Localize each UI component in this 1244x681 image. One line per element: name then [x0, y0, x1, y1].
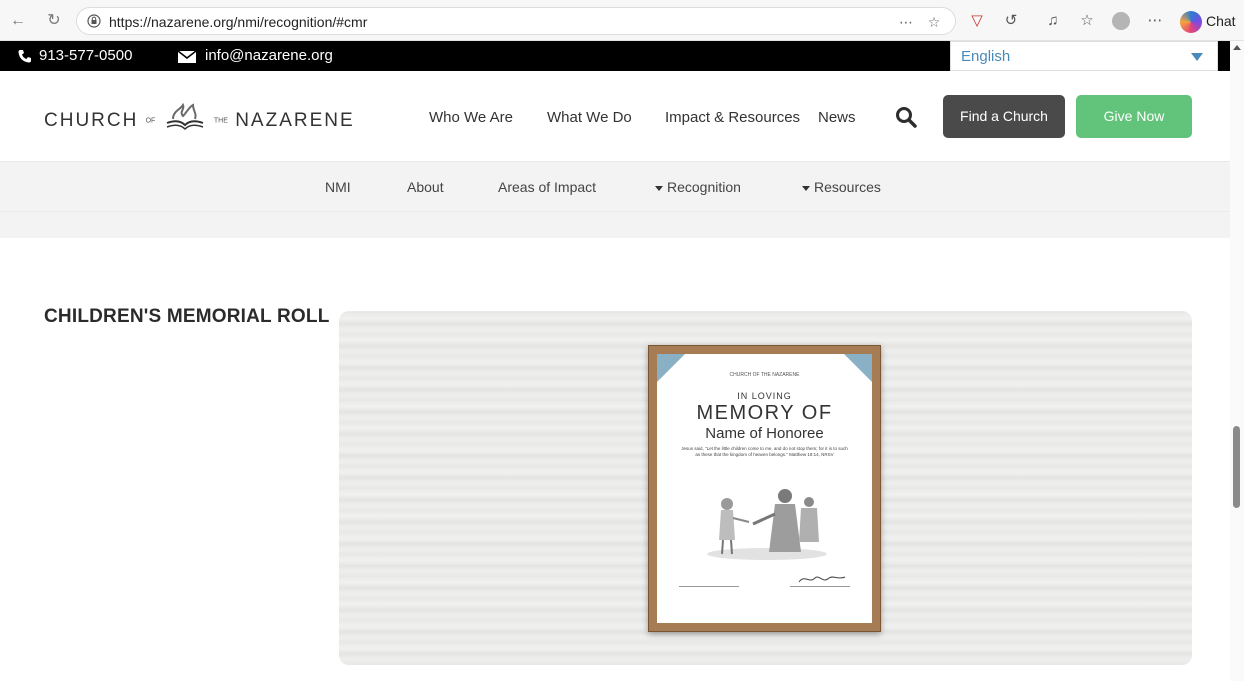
chat-label: Chat: [1206, 13, 1236, 29]
music-icon[interactable]: ♫: [1042, 10, 1064, 32]
brand-right: NAZARENE: [235, 110, 355, 132]
certificate-line2: MEMORY OF: [696, 402, 833, 424]
certificate-line1: IN LOVING: [737, 391, 792, 401]
subnav-recognition-label: Recognition: [667, 179, 741, 195]
caret-down-icon: [655, 185, 663, 191]
copilot-icon: [1180, 11, 1202, 34]
brand-the: THE: [213, 117, 228, 125]
jesus-children-illustration: [707, 489, 827, 560]
refresh-extension-icon[interactable]: ↺: [1000, 10, 1022, 32]
scroll-up-icon[interactable]: [1233, 45, 1241, 50]
subnav-spacer: [0, 211, 1230, 238]
page-scrollbar[interactable]: [1230, 41, 1244, 681]
lock-icon: [87, 14, 101, 28]
search-icon[interactable]: [895, 106, 917, 128]
site-logo[interactable]: CHURCH OF THE NAZARENE: [44, 103, 355, 135]
certificate-frame: CHURCH OF THE NAZARENE IN LOVING MEMORY …: [648, 345, 881, 632]
subnav-nmi[interactable]: NMI: [325, 179, 351, 195]
address-bar[interactable]: https://nazarene.org/nmi/recognition/#cm…: [76, 7, 956, 35]
email-icon: [178, 51, 196, 63]
section-subnav: NMI About Areas of Impact Recognition Re…: [0, 162, 1230, 211]
more-options-icon[interactable]: ⋯: [897, 13, 915, 31]
chat-button[interactable]: Chat: [1180, 9, 1236, 34]
site-header: CHURCH OF THE NAZARENE Who We Are What W…: [0, 71, 1230, 162]
contact-bar: 913-577-0500 info@nazarene.org English: [0, 41, 1230, 71]
language-select[interactable]: English: [950, 41, 1218, 71]
certificate-verse: Jesus said, "Let the little children com…: [681, 446, 848, 457]
signature-line: [790, 586, 850, 587]
refresh-icon[interactable]: ↻: [44, 11, 64, 31]
signature-line: [679, 586, 739, 587]
nav-impact-resources[interactable]: Impact & Resources: [665, 109, 800, 126]
more-menu-icon[interactable]: ⋯: [1144, 10, 1166, 32]
email-link[interactable]: info@nazarene.org: [205, 48, 333, 64]
brand-left: CHURCH: [44, 110, 139, 132]
give-now-button[interactable]: Give Now: [1076, 95, 1192, 138]
brand-of: OF: [145, 117, 156, 125]
chevron-down-icon: [1191, 53, 1203, 61]
back-icon[interactable]: ←: [8, 11, 28, 31]
section-title: CHILDREN'S MEMORIAL ROLL: [44, 306, 330, 327]
scroll-thumb[interactable]: [1233, 426, 1240, 508]
hero-image: CHURCH OF THE NAZARENE IN LOVING MEMORY …: [339, 311, 1192, 665]
profile-avatar-icon[interactable]: [1110, 10, 1132, 32]
certificate: CHURCH OF THE NAZARENE IN LOVING MEMORY …: [657, 354, 872, 623]
caret-down-icon: [802, 185, 810, 191]
signature-scribble: [798, 576, 846, 583]
language-value: English: [961, 48, 1011, 65]
nav-news[interactable]: News: [818, 109, 856, 126]
subnav-about[interactable]: About: [407, 179, 444, 195]
subnav-resources-label: Resources: [814, 179, 881, 195]
phone-icon: [18, 50, 31, 63]
phone-link[interactable]: 913-577-0500: [39, 48, 132, 64]
subnav-areas-of-impact[interactable]: Areas of Impact: [498, 179, 596, 195]
certificate-honoree: Name of Honoree: [705, 425, 824, 442]
nav-who-we-are[interactable]: Who We Are: [429, 109, 513, 126]
url-text: https://nazarene.org/nmi/recognition/#cm…: [109, 14, 368, 30]
subnav-recognition[interactable]: Recognition: [655, 179, 741, 195]
nav-what-we-do[interactable]: What We Do: [547, 109, 632, 126]
favorites-icon[interactable]: ☆: [1076, 10, 1098, 32]
subnav-resources[interactable]: Resources: [802, 179, 881, 195]
certificate-org: CHURCH OF THE NAZARENE: [729, 372, 800, 378]
extension-icon[interactable]: ▽: [966, 10, 988, 32]
find-a-church-button[interactable]: Find a Church: [943, 95, 1065, 138]
browser-toolbar: ← ↻ https://nazarene.org/nmi/recognition…: [0, 0, 1244, 41]
favorite-star-icon[interactable]: ☆: [925, 13, 943, 31]
flame-book-icon: [166, 103, 203, 131]
